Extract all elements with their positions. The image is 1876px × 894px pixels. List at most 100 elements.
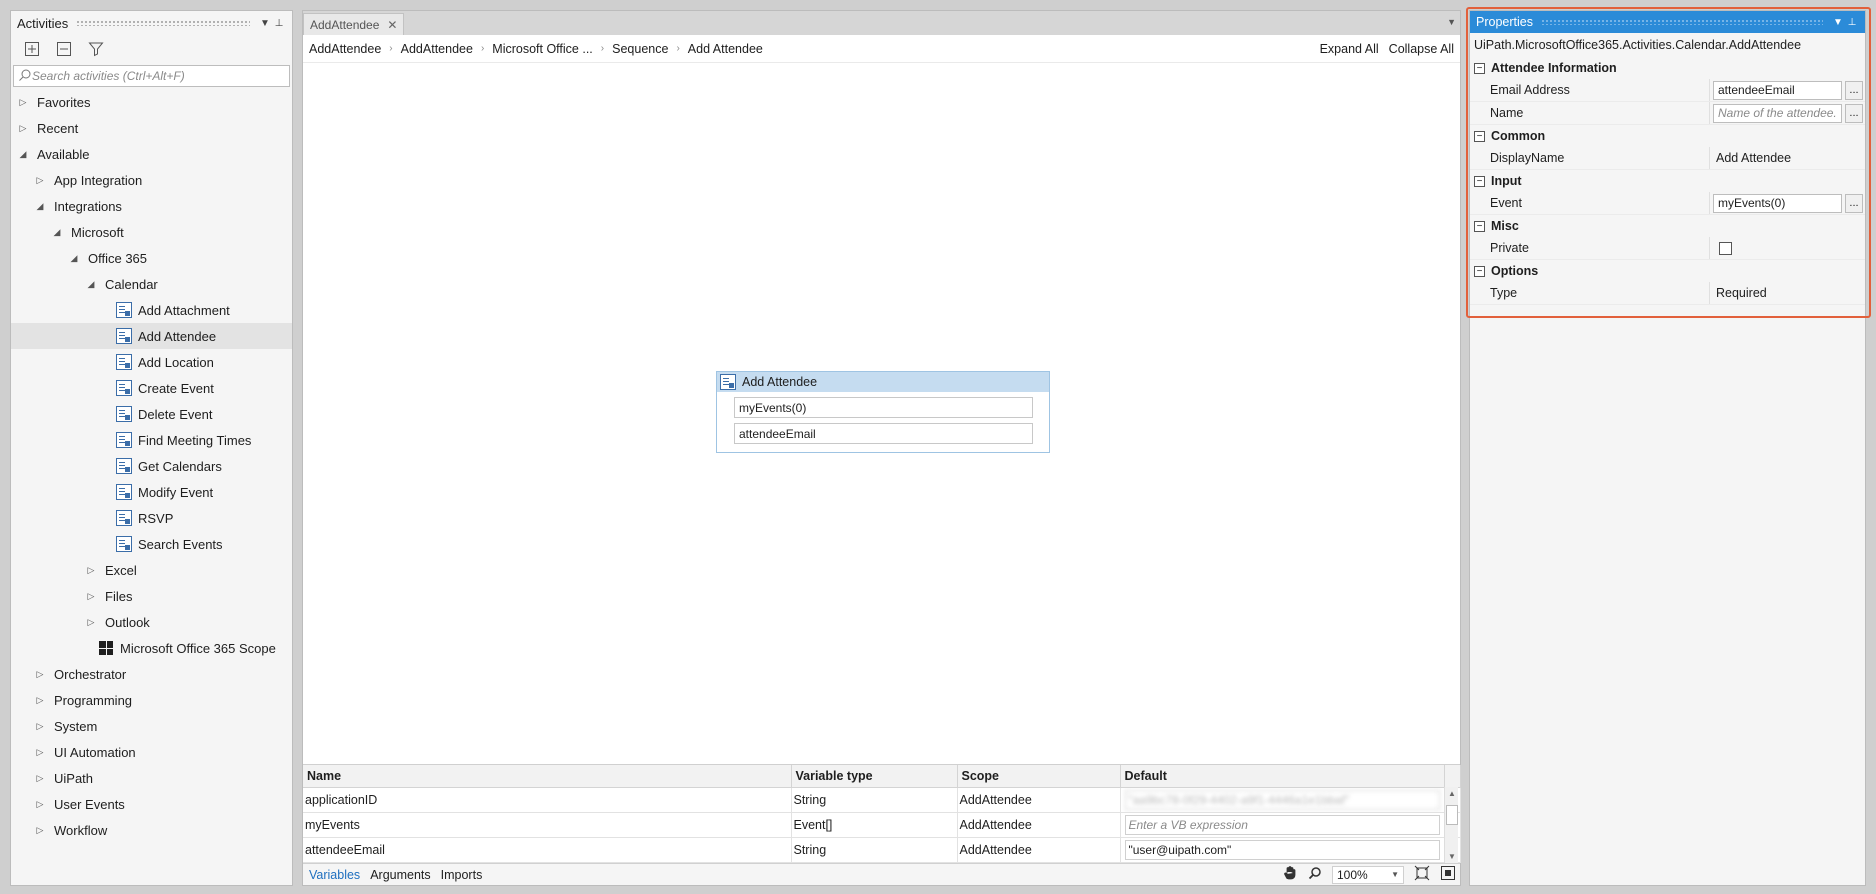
collapsed-arrow-icon[interactable]: ▷ [17,123,29,134]
panel-grip[interactable] [76,20,250,26]
expanded-arrow-icon[interactable]: ◢ [85,279,97,290]
collapsed-arrow-icon[interactable]: ▷ [34,175,46,186]
expanded-arrow-icon[interactable]: ◢ [68,253,80,264]
tree-item[interactable]: ▷ Workflow [11,817,292,843]
collapse-all-icon[interactable] [55,40,73,58]
private-checkbox[interactable] [1719,241,1732,255]
collapsed-arrow-icon[interactable]: ▷ [34,669,46,680]
collapsed-arrow-icon[interactable]: ▷ [85,617,97,628]
tree-item[interactable]: ◢ Calendar [11,271,292,297]
collapsed-arrow-icon[interactable]: ▷ [34,721,46,732]
default-value-input[interactable]: "aa9bc78-0f29-4402-a9f1-4446a1e1bbaf" [1124,789,1440,810]
add-attendee-activity[interactable]: Add Attendee myEvents(0) attendeeEmail [716,371,1050,453]
tab-imports[interactable]: Imports [439,868,491,882]
filter-icon[interactable] [87,40,105,58]
variable-scope-cell[interactable]: AddAttendee [957,812,1121,838]
close-icon[interactable]: ✕ [387,18,397,32]
tree-item[interactable]: Delete Event [11,401,292,427]
workflow-canvas[interactable]: Add Attendee myEvents(0) attendeeEmail [303,64,1460,764]
property-category[interactable]: − Misc [1470,215,1865,237]
tree-item[interactable]: Get Calendars [11,453,292,479]
hand-icon[interactable] [1282,865,1298,884]
expand-all-icon[interactable] [23,40,41,58]
tree-item[interactable]: ◢ Microsoft [11,219,292,245]
tree-item[interactable]: ◢ Available [11,141,292,167]
collapsed-arrow-icon[interactable]: ▷ [34,773,46,784]
tree-item[interactable]: ▷ Excel [11,557,292,583]
tree-item[interactable]: ▷ UiPath [11,765,292,791]
property-category[interactable]: − Options [1470,260,1865,282]
overview-icon[interactable] [1440,865,1456,884]
breadcrumb-item[interactable]: Add Attendee [688,42,763,56]
table-row[interactable]: attendeeEmail String AddAttendee "user@uipa… [303,837,1461,863]
column-header-type[interactable]: Variable type [791,765,958,788]
email-field[interactable]: attendeeEmail [734,423,1033,444]
tree-item[interactable]: ▷ Files [11,583,292,609]
tree-item[interactable]: ▷ Orchestrator [11,661,292,687]
collapse-toggle-icon[interactable]: − [1474,62,1485,74]
zoom-search-icon[interactable] [1308,866,1322,883]
collapsed-arrow-icon[interactable]: ▷ [34,695,46,706]
collapse-toggle-icon[interactable]: − [1474,175,1485,187]
collapse-all-link[interactable]: Collapse All [1389,42,1454,56]
default-value-input[interactable]: Enter a VB expression [1124,814,1440,835]
variable-scope-cell[interactable]: AddAttendee [957,787,1121,813]
zoom-select[interactable]: 100% ▼ [1332,865,1404,884]
variable-scope-cell[interactable]: AddAttendee [957,837,1121,863]
breadcrumb-item[interactable]: AddAttendee [309,42,381,56]
scroll-down-icon[interactable]: ▼ [1448,852,1456,861]
event-field[interactable]: myEvents(0) [734,397,1033,418]
variable-type-cell[interactable]: String [791,787,958,813]
property-category[interactable]: − Common [1470,125,1865,147]
tree-item[interactable]: Search Events [11,531,292,557]
collapsed-arrow-icon[interactable]: ▷ [85,591,97,602]
pin-icon[interactable]: ⊥ [272,18,286,29]
scroll-up-icon[interactable]: ▲ [1448,789,1456,798]
property-input[interactable]: myEvents(0) [1713,193,1842,213]
tree-item[interactable]: ▷ App Integration [11,167,292,193]
tree-item[interactable]: Microsoft Office 365 Scope [11,635,292,661]
panel-menu-icon[interactable]: ▼ [258,18,272,29]
tree-item[interactable]: ◢ Office 365 [11,245,292,271]
collapse-toggle-icon[interactable]: − [1474,220,1485,232]
variable-name-cell[interactable]: attendeeEmail [303,837,792,863]
panel-grip[interactable] [1540,19,1823,25]
expanded-arrow-icon[interactable]: ◢ [34,201,46,212]
tree-item[interactable]: ▷ User Events [11,791,292,817]
default-value-input[interactable]: "user@uipath.com" [1124,839,1440,860]
variable-name-cell[interactable]: myEvents [303,812,792,838]
tree-item[interactable]: Add Location [11,349,292,375]
tree-item[interactable]: Find Meeting Times [11,427,292,453]
tree-item[interactable]: ▷ Favorites [11,89,292,115]
collapsed-arrow-icon[interactable]: ▷ [34,799,46,810]
tree-item[interactable]: ▷ UI Automation [11,739,292,765]
property-text-value[interactable]: Required [1713,286,1767,300]
scroll-thumb[interactable] [1446,805,1458,825]
pin-icon[interactable]: ⊥ [1845,17,1859,28]
column-header-name[interactable]: Name [303,765,792,788]
tree-item[interactable]: ◢ Integrations [11,193,292,219]
tree-item[interactable]: Add Attendee [11,323,292,349]
variables-scrollbar[interactable]: ▲ ▼ [1444,787,1458,863]
property-input[interactable]: attendeeEmail [1713,80,1842,100]
breadcrumb-item[interactable]: Microsoft Office ... [492,42,593,56]
collapse-toggle-icon[interactable]: − [1474,130,1485,142]
tree-item[interactable]: ▷ System [11,713,292,739]
tree-item[interactable]: ▷ Outlook [11,609,292,635]
property-category[interactable]: − Attendee Information [1470,57,1865,79]
table-row[interactable]: applicationID String AddAttendee "aa9bc78-0… [303,787,1461,813]
collapsed-arrow-icon[interactable]: ▷ [34,825,46,836]
collapse-toggle-icon[interactable]: − [1474,265,1485,277]
tree-item[interactable]: Create Event [11,375,292,401]
variable-type-cell[interactable]: Event[] [791,812,958,838]
tree-item[interactable]: RSVP [11,505,292,531]
variable-type-cell[interactable]: String [791,837,958,863]
column-header-default[interactable]: Default [1120,765,1445,788]
tab-dropdown-icon[interactable]: ▼ [1447,17,1456,27]
panel-menu-icon[interactable]: ▼ [1831,17,1845,28]
tab-arguments[interactable]: Arguments [368,868,438,882]
document-tab[interactable]: AddAttendee ✕ [303,13,405,35]
property-input[interactable]: Name of the attendee. [1713,103,1842,123]
table-row[interactable]: myEvents Event[] AddAttendee Enter a VB exp… [303,812,1461,838]
tree-item[interactable]: ▷ Programming [11,687,292,713]
